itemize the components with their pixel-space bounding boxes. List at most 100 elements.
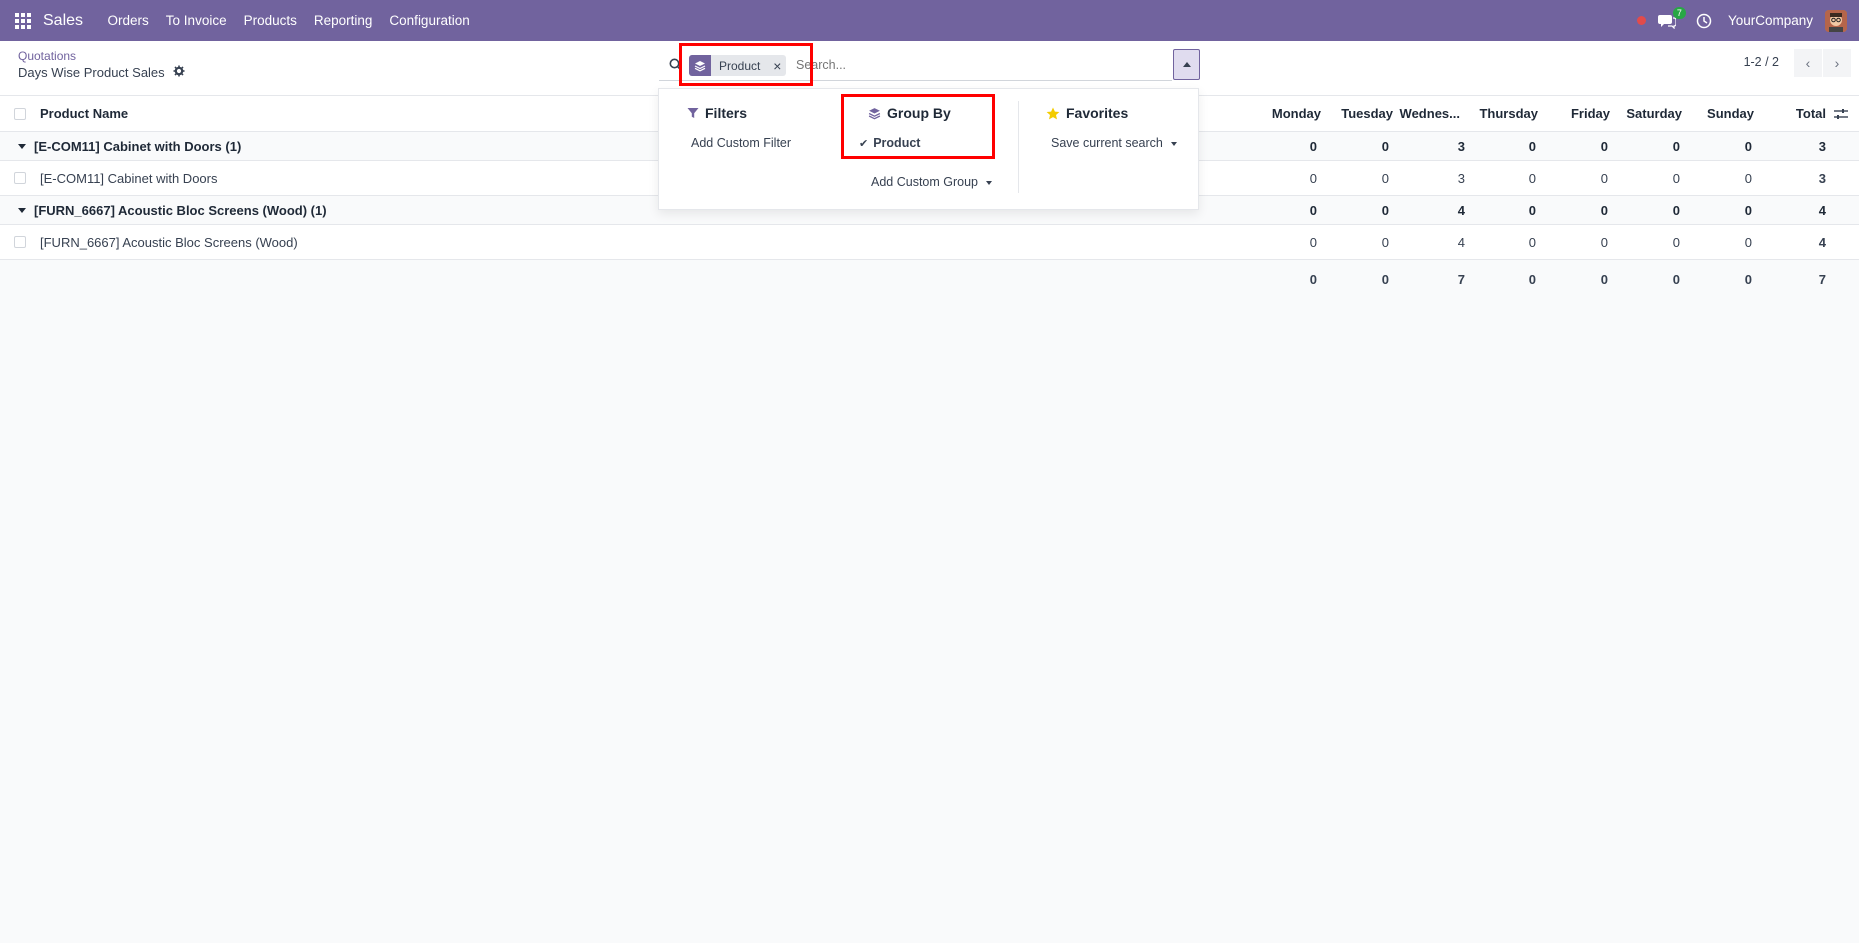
- column-header-friday[interactable]: Friday: [1537, 96, 1610, 131]
- filters-title: Filters: [705, 105, 748, 121]
- chat-count-badge: 7: [1672, 6, 1686, 19]
- column-divider: [1018, 101, 1019, 193]
- group-cell-sunday: 0: [1744, 202, 1752, 218]
- search-input[interactable]: [796, 55, 1156, 75]
- column-header-saturday[interactable]: Saturday: [1609, 96, 1682, 131]
- save-current-search-toggle[interactable]: Save current search: [1051, 136, 1177, 150]
- row-cell-sunday: 0: [1744, 170, 1752, 186]
- highlight-box-facet: [679, 43, 813, 86]
- row-product-name[interactable]: [E-COM11] Cabinet with Doors: [40, 161, 218, 195]
- app-name[interactable]: Sales: [43, 12, 83, 30]
- total-cell-friday: 0: [1600, 271, 1608, 287]
- caret-down-icon: [18, 143, 26, 149]
- search-panel-toggle-button[interactable]: [1173, 49, 1200, 80]
- total-cell-wednesday: 7: [1457, 271, 1465, 287]
- add-custom-group-select[interactable]: Add Custom Group: [871, 175, 992, 189]
- pager-value[interactable]: 1-2 / 2: [1744, 55, 1779, 69]
- group-cell-thursday: 0: [1528, 202, 1536, 218]
- activity-clock-icon[interactable]: [1696, 13, 1712, 29]
- column-header-sunday[interactable]: Sunday: [1681, 96, 1754, 131]
- row-cell-friday: 0: [1600, 170, 1608, 186]
- status-dot-icon[interactable]: [1636, 16, 1646, 25]
- row-cell-monday: 0: [1309, 170, 1317, 186]
- group-toggle[interactable]: [FURN_6667] Acoustic Bloc Screens (Wood)…: [18, 196, 327, 224]
- row-cell-monday: 0: [1309, 234, 1317, 250]
- row-cell-friday: 0: [1600, 234, 1608, 250]
- row-cell-tuesday: 0: [1381, 170, 1389, 186]
- highlight-box-group-by: [841, 94, 995, 159]
- page-title-text: Days Wise Product Sales: [18, 65, 165, 80]
- menu-to-invoice[interactable]: To Invoice: [166, 13, 227, 28]
- apps-grid-icon[interactable]: [15, 12, 31, 29]
- row-checkbox[interactable]: [14, 236, 26, 248]
- row-cell-thursday: 0: [1528, 170, 1536, 186]
- column-header-thursday[interactable]: Thursday: [1460, 96, 1538, 131]
- total-cell-tuesday: 0: [1381, 271, 1389, 287]
- add-custom-group-label: Add Custom Group: [871, 175, 978, 189]
- group-cell-total: 4: [1818, 202, 1826, 218]
- group-cell-sunday: 0: [1744, 138, 1752, 154]
- add-custom-filter[interactable]: Add Custom Filter: [691, 136, 791, 150]
- total-cell-sunday: 0: [1744, 271, 1752, 287]
- column-header-wednesday[interactable]: Wednes...: [1392, 96, 1460, 131]
- row-cell-total: 4: [1818, 234, 1826, 250]
- group-label: [FURN_6667] Acoustic Bloc Screens (Wood)…: [34, 202, 327, 218]
- group-cell-saturday: 0: [1672, 138, 1680, 154]
- group-label: [E-COM11] Cabinet with Doors (1): [34, 138, 242, 154]
- group-cell-tuesday: 0: [1381, 138, 1389, 154]
- star-icon: [1046, 107, 1060, 119]
- row-cell-saturday: 0: [1672, 170, 1680, 186]
- select-all-checkbox[interactable]: [14, 108, 26, 120]
- pager-previous-button[interactable]: ‹: [1794, 49, 1822, 77]
- caret-down-icon: [18, 207, 26, 213]
- menu-configuration[interactable]: Configuration: [389, 13, 469, 28]
- favorites-section-title: Favorites: [1046, 105, 1128, 121]
- menu-orders[interactable]: Orders: [108, 13, 149, 28]
- row-checkbox[interactable]: [14, 172, 26, 184]
- company-switcher[interactable]: YourCompany: [1728, 13, 1813, 28]
- total-cell-total: 7: [1818, 271, 1826, 287]
- column-header-monday[interactable]: Monday: [1250, 96, 1321, 131]
- group-cell-wednesday: 3: [1457, 138, 1465, 154]
- column-header-tuesday[interactable]: Tuesday: [1320, 96, 1393, 131]
- table-totals-row: 0 0 7 0 0 0 0 7: [0, 260, 1859, 298]
- chevron-left-icon: ‹: [1805, 55, 1811, 71]
- column-header-product-name[interactable]: Product Name: [40, 96, 128, 131]
- pager-next-button[interactable]: ›: [1823, 49, 1851, 77]
- table-row[interactable]: [FURN_6667] Acoustic Bloc Screens (Wood)…: [0, 225, 1859, 260]
- breadcrumb-quotations[interactable]: Quotations: [18, 49, 76, 63]
- row-cell-saturday: 0: [1672, 234, 1680, 250]
- gear-icon[interactable]: [173, 65, 185, 80]
- group-cell-monday: 0: [1309, 202, 1317, 218]
- navbar-systray: 7 YourCompany: [1636, 0, 1847, 41]
- group-cell-thursday: 0: [1528, 138, 1536, 154]
- row-cell-wednesday: 4: [1457, 234, 1465, 250]
- total-cell-saturday: 0: [1672, 271, 1680, 287]
- group-cell-friday: 0: [1600, 202, 1608, 218]
- filter-icon: [687, 108, 699, 118]
- total-cell-thursday: 0: [1528, 271, 1536, 287]
- menu-products[interactable]: Products: [244, 13, 297, 28]
- messaging-icon[interactable]: 7: [1657, 6, 1686, 29]
- group-cell-saturday: 0: [1672, 202, 1680, 218]
- row-product-name[interactable]: [FURN_6667] Acoustic Bloc Screens (Wood): [40, 225, 298, 259]
- row-cell-thursday: 0: [1528, 234, 1536, 250]
- menu-reporting[interactable]: Reporting: [314, 13, 373, 28]
- save-current-search-label: Save current search: [1051, 136, 1163, 150]
- row-cell-tuesday: 0: [1381, 234, 1389, 250]
- caret-up-icon: [1182, 62, 1191, 67]
- group-cell-monday: 0: [1309, 138, 1317, 154]
- group-cell-friday: 0: [1600, 138, 1608, 154]
- page-title: Days Wise Product Sales: [18, 65, 185, 80]
- column-header-total[interactable]: Total: [1753, 96, 1826, 131]
- optional-columns-icon[interactable]: [1834, 96, 1848, 131]
- group-toggle[interactable]: [E-COM11] Cabinet with Doors (1): [18, 132, 241, 160]
- group-cell-tuesday: 0: [1381, 202, 1389, 218]
- total-cell-monday: 0: [1309, 271, 1317, 287]
- top-navbar: Sales Orders To Invoice Products Reporti…: [0, 0, 1859, 41]
- row-cell-wednesday: 3: [1457, 170, 1465, 186]
- user-avatar[interactable]: [1825, 9, 1847, 32]
- group-cell-wednesday: 4: [1457, 202, 1465, 218]
- caret-down-icon: [1170, 141, 1177, 146]
- row-cell-total: 3: [1818, 170, 1826, 186]
